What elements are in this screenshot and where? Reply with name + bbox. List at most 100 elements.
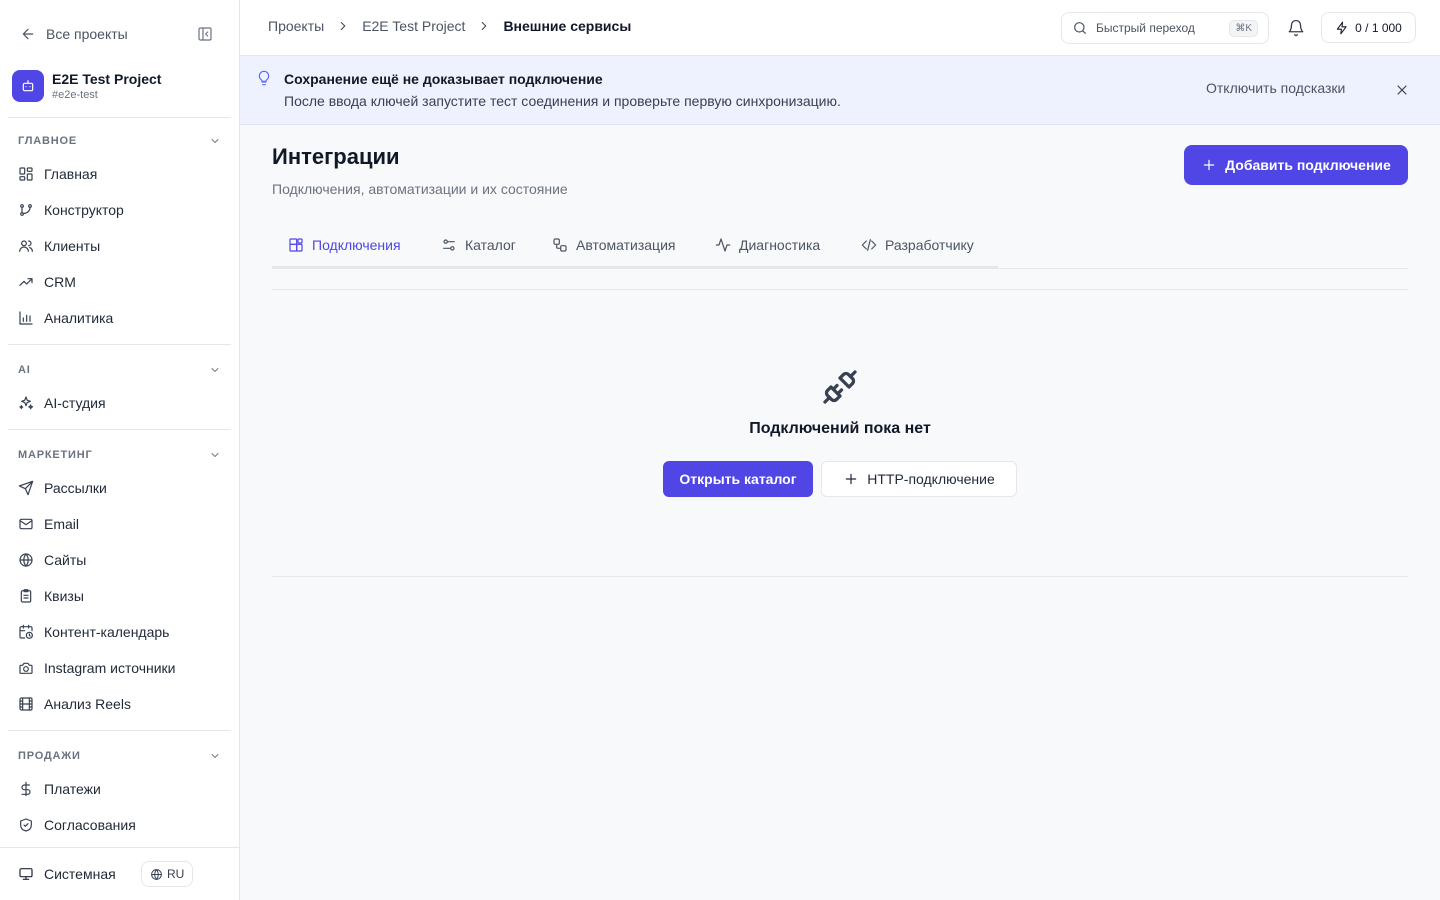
sidebar-item-label: Квизы <box>44 588 84 604</box>
section-divider <box>8 429 231 430</box>
lightbulb-icon <box>256 70 272 86</box>
sidebar-item-label: Главная <box>44 166 98 182</box>
activity-icon <box>715 238 731 252</box>
bot-icon <box>22 80 34 92</box>
calendar-clock-icon <box>19 624 33 639</box>
bell-icon <box>1288 19 1304 37</box>
hint-banner: Сохранение ещё не доказывает подключение… <box>240 56 1440 125</box>
sidebar-item-label: Клиенты <box>44 238 101 254</box>
hint-text: После ввода ключей запустите тест соедин… <box>284 93 841 109</box>
credits-button[interactable]: 0 / 1 000 <box>1321 12 1416 43</box>
search-icon <box>1074 22 1086 34</box>
page-subtitle: Подключения, автоматизации и их состояни… <box>272 181 568 197</box>
topbar: Проекты E2E Test Project Внешние сервисы… <box>240 0 1440 56</box>
http-connection-button[interactable]: HTTP-подключение <box>821 461 1017 497</box>
collapse-sidebar-button[interactable] <box>193 22 217 46</box>
theme-toggle-button[interactable]: Системная <box>12 860 122 888</box>
empty-state-top-divider <box>272 289 1408 290</box>
shield-check-icon <box>20 818 32 832</box>
chevron-right-icon <box>340 21 346 31</box>
tab-automation[interactable]: Автоматизация <box>552 229 675 261</box>
plus-icon <box>1203 159 1215 171</box>
sidebar-footer: Системная RU <box>0 847 240 900</box>
bar-chart-icon <box>19 311 33 325</box>
zap-icon <box>1336 21 1347 34</box>
disable-hints-button[interactable]: Отключить подсказки <box>1206 80 1345 96</box>
sidebar-item-content-calendar[interactable]: Контент-календарь <box>8 615 231 649</box>
tabs-underline <box>272 266 998 269</box>
breadcrumb-projects[interactable]: Проекты <box>268 18 324 34</box>
section-header-marketing[interactable]: МАРКЕТИНГ <box>8 443 231 467</box>
sidebar-item-crm[interactable]: CRM <box>8 265 231 299</box>
sidebar-item-clients[interactable]: Клиенты <box>8 229 231 263</box>
section-header-ai[interactable]: AI <box>8 358 231 382</box>
film-icon <box>19 697 33 711</box>
sidebar-item-constructor[interactable]: Конструктор <box>8 193 231 227</box>
back-to-projects-link[interactable]: Все проекты <box>14 18 134 50</box>
sidebar-item-sites[interactable]: Сайты <box>8 543 231 577</box>
sidebar-item-ai-studio[interactable]: AI-студия <box>8 386 231 420</box>
sparkles-icon <box>19 396 34 410</box>
tab-developer[interactable]: Разработчику <box>861 229 974 261</box>
sidebar-item-payments[interactable]: Платежи <box>8 772 231 806</box>
plug-icon <box>822 369 858 405</box>
sidebar-item-label: Сайты <box>44 552 87 568</box>
search-shortcut: ⌘K <box>1229 19 1258 37</box>
sliders-icon <box>443 239 455 251</box>
sidebar-item-approvals[interactable]: Согласования <box>8 808 231 842</box>
sidebar-item-label: Согласования <box>44 817 136 833</box>
sidebar-item-instagram-sources[interactable]: Instagram источники <box>8 651 231 685</box>
breadcrumb-project[interactable]: E2E Test Project <box>362 18 465 34</box>
notifications-button[interactable] <box>1284 16 1308 40</box>
tab-label: Подключения <box>312 237 401 253</box>
tab-label: Диагностика <box>739 237 821 253</box>
tab-label: Автоматизация <box>576 237 676 253</box>
language-button[interactable]: RU <box>141 861 194 887</box>
section-divider <box>8 344 231 345</box>
page-title: Интеграции <box>272 144 400 169</box>
camera-icon <box>19 662 33 674</box>
tab-label: Разработчику <box>885 237 974 253</box>
sidebar-item-reels-analysis[interactable]: Анализ Reels <box>8 687 231 721</box>
workflow-icon <box>553 238 567 252</box>
quick-search-button[interactable]: Быстрый переход ⌘K <box>1061 12 1269 44</box>
http-connection-label: HTTP-подключение <box>867 471 995 487</box>
sidebar-item-label: CRM <box>44 274 76 290</box>
sidebar-item-analytics[interactable]: Аналитика <box>8 301 231 335</box>
project-avatar <box>12 70 44 102</box>
sidebar-item-label: Контент-календарь <box>44 624 170 640</box>
section-divider <box>8 117 231 118</box>
section-header-main[interactable]: ГЛАВНОЕ <box>8 129 231 153</box>
arrow-left-icon <box>22 28 34 40</box>
sidebar-item-label: Instagram источники <box>44 660 176 676</box>
empty-state-title: Подключений пока нет <box>749 420 931 437</box>
sidebar-item-home[interactable]: Главная <box>8 157 231 191</box>
monitor-icon <box>19 868 33 880</box>
panel-left-close-icon <box>198 27 212 41</box>
add-connection-button[interactable]: Добавить подключение <box>1184 145 1408 185</box>
sidebar: Все проекты E2E Test Project #e2e-test Г… <box>0 0 240 900</box>
sidebar-item-label: Email <box>44 516 80 532</box>
sidebar-item-quizzes[interactable]: Квизы <box>8 579 231 613</box>
chevron-down-icon <box>211 368 219 372</box>
project-switcher[interactable]: E2E Test Project #e2e-test <box>12 66 228 106</box>
section-header-sales[interactable]: ПРОДАЖИ <box>8 744 231 768</box>
sidebar-top-row: Все проекты <box>0 14 240 54</box>
sidebar-item-label: Платежи <box>44 781 101 797</box>
section-title: ГЛАВНОЕ <box>18 135 78 147</box>
open-catalog-button[interactable]: Открыть каталог <box>663 461 813 497</box>
chevron-right-icon <box>482 21 487 31</box>
unplug-icon <box>823 370 857 404</box>
sidebar-item-label: Конструктор <box>44 202 124 218</box>
tab-catalog[interactable]: Каталог <box>441 229 516 261</box>
sidebar-item-email[interactable]: Email <box>8 507 231 541</box>
project-name: E2E Test Project <box>52 70 162 87</box>
tab-connections[interactable]: Подключения <box>288 229 401 261</box>
chevron-down-icon <box>211 139 219 143</box>
close-hint-button[interactable] <box>1393 81 1411 99</box>
chevron-down-icon <box>211 453 219 457</box>
mail-icon <box>19 518 33 530</box>
tab-diagnostics[interactable]: Диагностика <box>715 229 820 261</box>
lightbulb-icon-svg <box>258 70 270 86</box>
sidebar-item-mailings[interactable]: Рассылки <box>8 471 231 505</box>
